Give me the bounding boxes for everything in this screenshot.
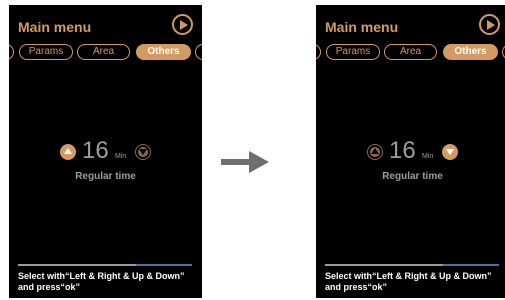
tab-area[interactable]: Area — [384, 44, 437, 60]
time-unit: Min — [422, 153, 434, 160]
setting-label: Regular time — [382, 171, 443, 182]
time-unit: Min — [115, 153, 127, 160]
divider — [18, 264, 192, 266]
menu-title: Main menu — [18, 19, 92, 35]
play-icon[interactable] — [172, 14, 193, 35]
play-icon[interactable] — [479, 14, 500, 35]
device-screen-after: Main menu Params Area Others 16 Min Regu… — [316, 5, 505, 298]
tab-bar: Params Area Others — [316, 44, 505, 60]
tab-next[interactable] — [195, 44, 202, 60]
time-value: 16 — [82, 137, 109, 164]
decrease-down-icon[interactable] — [442, 144, 458, 160]
tab-bar: Params Area Others — [9, 44, 202, 60]
instruction-text: Select with“Left & Right & Up & Down” an… — [325, 271, 492, 292]
increase-up-icon[interactable] — [367, 144, 383, 160]
tab-area[interactable]: Area — [77, 44, 130, 60]
device-screen-before: Main menu Params Area Others 16 Min Regu… — [9, 5, 202, 298]
tab-previous[interactable] — [9, 44, 14, 60]
instruction-text: Select with“Left & Right & Up & Down” an… — [18, 271, 185, 292]
tab-params[interactable]: Params — [19, 44, 73, 60]
tab-others[interactable]: Others — [443, 44, 498, 60]
increase-up-icon[interactable] — [60, 144, 76, 160]
divider — [325, 264, 499, 266]
tab-previous[interactable] — [316, 44, 321, 60]
tab-others[interactable]: Others — [136, 44, 191, 60]
time-value: 16 — [389, 137, 416, 164]
decrease-down-icon[interactable] — [135, 144, 151, 160]
setting-label: Regular time — [75, 171, 136, 182]
tab-params[interactable]: Params — [326, 44, 380, 60]
right-arrow-icon — [221, 151, 269, 173]
menu-title: Main menu — [325, 19, 399, 35]
